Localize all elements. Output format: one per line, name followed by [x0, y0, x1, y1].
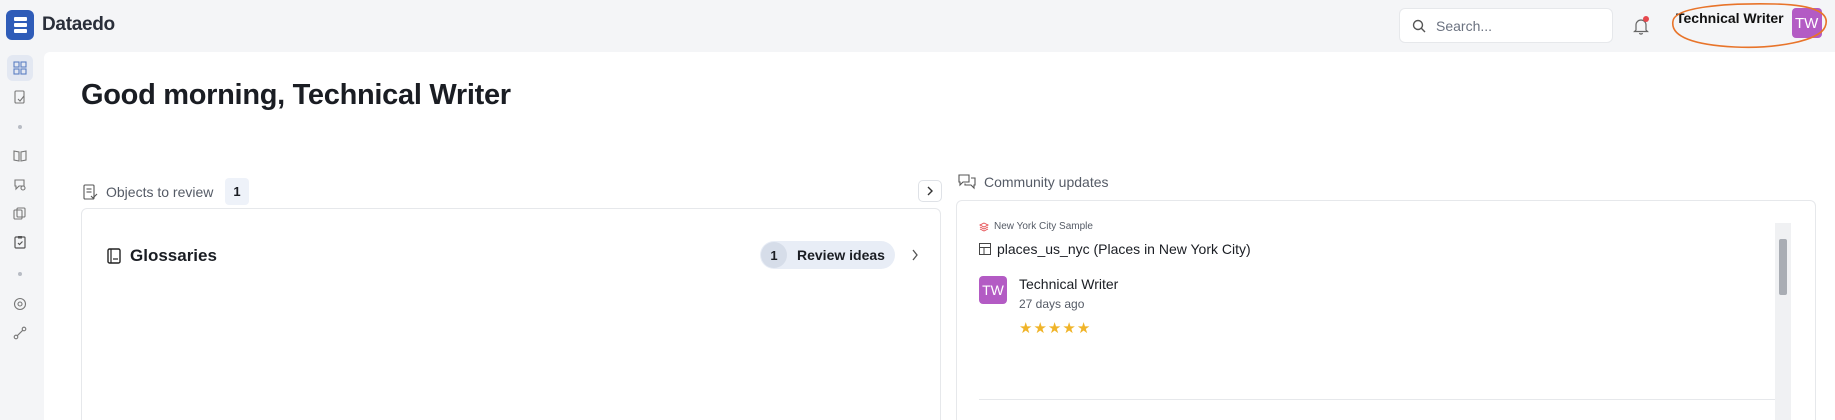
community-updates-label: Community updates [984, 174, 1109, 190]
search-input[interactable] [1436, 17, 1596, 34]
sidebar-item-settings[interactable] [7, 291, 33, 317]
connections-icon [13, 326, 27, 340]
update-author-name: Technical Writer [1019, 276, 1119, 292]
review-ideas-button[interactable]: 1 Review ideas [760, 241, 895, 269]
star-icon: ★ [1033, 320, 1047, 337]
review-ideas-count: 1 [761, 242, 787, 268]
community-updates-card: New York City Sample places_us_nyc (Plac… [956, 200, 1816, 420]
settings-icon [13, 297, 27, 311]
community-scrollbar-thumb[interactable] [1779, 239, 1787, 295]
objects-to-review-count: 1 [225, 178, 249, 205]
update-author-avatar: TW [979, 276, 1007, 304]
review-icon [14, 90, 25, 104]
sidebar-item-connections[interactable] [7, 320, 33, 346]
search-box[interactable] [1399, 8, 1613, 43]
update-object-label: places_us_nyc (Places in New York City) [997, 241, 1251, 257]
app-logo[interactable]: Dataedo [6, 10, 115, 40]
copy-icon [13, 207, 26, 220]
dataedo-logo-icon [6, 10, 34, 40]
sidebar [0, 52, 44, 420]
sidebar-item-community[interactable] [7, 172, 33, 198]
community-search-icon [14, 179, 26, 191]
update-source[interactable]: New York City Sample [979, 221, 1093, 232]
update-object-link[interactable]: places_us_nyc (Places in New York City) [979, 241, 1251, 257]
star-icon: ★ [1076, 320, 1091, 337]
review-list-icon [83, 183, 98, 200]
sidebar-item-glossary[interactable] [7, 143, 33, 169]
database-layers-icon [979, 221, 989, 232]
top-bar: Dataedo Technical Writer TW [0, 0, 1835, 52]
user-menu[interactable]: Technical Writer TW [1676, 8, 1822, 38]
user-avatar[interactable]: TW [1791, 8, 1822, 38]
chat-bubbles-icon [958, 174, 976, 190]
review-ideas-label: Review ideas [797, 247, 885, 263]
book-icon [13, 150, 27, 162]
objects-to-review-label: Objects to review [106, 183, 214, 200]
objects-to-review-header: Objects to review 1 [82, 178, 249, 205]
community-updates-header: Community updates [958, 174, 1109, 190]
objects-to-review-expand-button[interactable] [918, 180, 942, 202]
chevron-right-icon[interactable] [911, 249, 919, 261]
chevron-right-icon [927, 186, 933, 196]
sidebar-separator [18, 125, 22, 129]
dashboard-icon [13, 61, 27, 75]
sidebar-item-catalog[interactable] [7, 201, 33, 227]
book-icon [107, 248, 121, 264]
star-icon: ★ [1019, 320, 1033, 337]
clipboard-icon [14, 236, 26, 249]
update-rating: ★ ★ ★ ★ ★ [1019, 321, 1090, 336]
sidebar-separator [18, 272, 22, 276]
update-divider [979, 399, 1779, 400]
notification-indicator [1643, 16, 1649, 22]
update-timestamp: 27 days ago [1019, 297, 1085, 311]
table-icon [979, 243, 991, 255]
star-icon: ★ [1062, 320, 1076, 337]
app-name: Dataedo [42, 14, 115, 35]
community-scrollbar[interactable] [1775, 223, 1791, 420]
glossaries-review-card: Glossaries 1 Review ideas [81, 208, 941, 420]
sidebar-item-dashboard[interactable] [7, 55, 33, 81]
page-title: Good morning, Technical Writer [81, 79, 511, 111]
sidebar-item-tasks[interactable] [7, 229, 33, 255]
search-icon [1412, 19, 1426, 32]
user-name: Technical Writer [1676, 10, 1784, 26]
star-icon: ★ [1047, 320, 1062, 337]
update-source-label: New York City Sample [994, 221, 1093, 232]
glossaries-label: Glossaries [130, 246, 217, 265]
glossaries-title[interactable]: Glossaries [106, 246, 217, 266]
sidebar-item-review[interactable] [7, 84, 33, 110]
main-content: Good morning, Technical Writer Objects t… [44, 52, 1835, 420]
